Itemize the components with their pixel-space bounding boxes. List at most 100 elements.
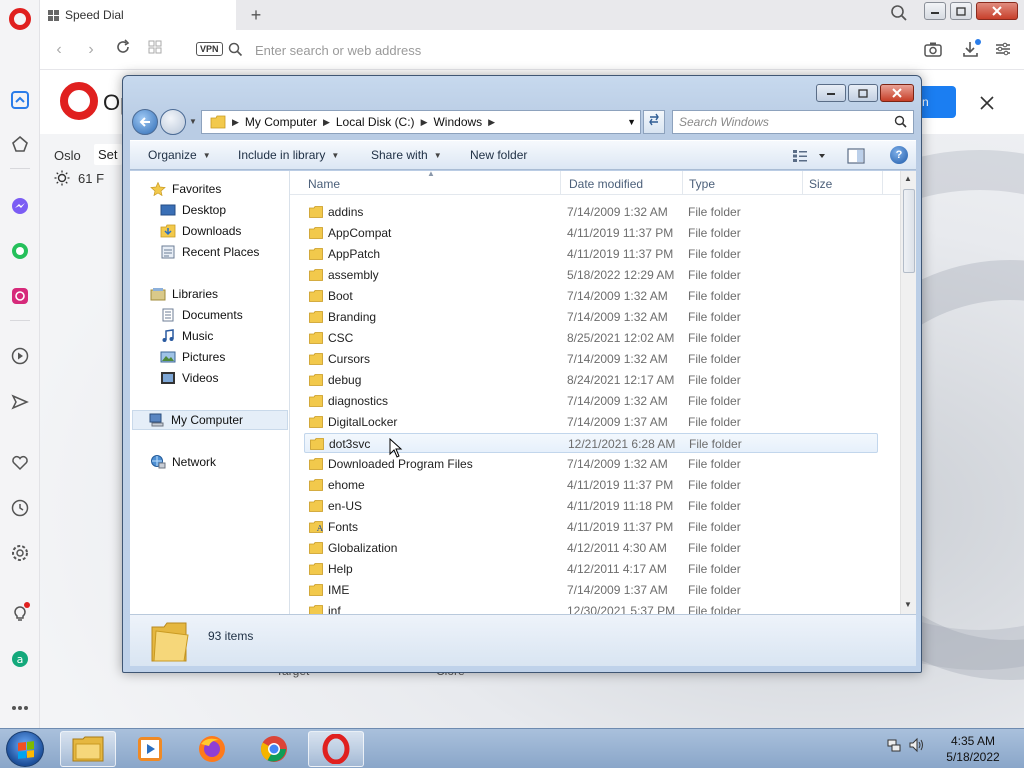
nav-network[interactable]: Network [150, 452, 216, 472]
file-row[interactable]: assembly 5/18/2022 12:29 AM File folder [304, 265, 878, 285]
file-row[interactable]: debug 8/24/2021 12:17 AM File folder [304, 370, 878, 390]
vertical-scrollbar[interactable]: ▲ ▼ [900, 171, 916, 614]
nav-my-computer[interactable]: My Computer [132, 410, 288, 430]
help-icon[interactable]: ? [890, 146, 908, 164]
taskbar-explorer-button[interactable] [60, 731, 116, 767]
include-in-library-button[interactable]: Include in library ▼ [238, 148, 339, 162]
explorer-back-button[interactable] [132, 109, 158, 135]
taskbar-firefox-button[interactable] [184, 731, 240, 767]
taskbar-chrome-button[interactable] [246, 731, 302, 767]
home-icon[interactable] [8, 88, 32, 112]
file-row[interactable]: CSC 8/25/2021 12:02 AM File folder [304, 328, 878, 348]
network-status-icon[interactable] [886, 737, 902, 756]
file-row[interactable]: IME 7/14/2009 1:37 AM File folder [304, 580, 878, 600]
taskbar-opera-button[interactable] [308, 731, 364, 767]
nav-desktop[interactable]: Desktop [160, 200, 226, 220]
file-row[interactable]: AppCompat 4/11/2019 11:37 PM File folder [304, 223, 878, 243]
column-header-date-modified[interactable]: Date modified [569, 177, 643, 191]
breadcrumb-item[interactable]: My Computer [245, 115, 317, 129]
explorer-maximize-button[interactable] [848, 84, 878, 102]
nav-videos[interactable]: Videos [160, 368, 218, 388]
settings-gear-icon[interactable] [8, 541, 32, 565]
history-icon[interactable] [8, 496, 32, 520]
set-location-button[interactable]: Set [94, 144, 122, 165]
banner-close-icon[interactable] [980, 90, 994, 116]
nav-documents[interactable]: Documents [160, 305, 243, 325]
organize-button[interactable]: Organize ▼ [148, 148, 211, 162]
heart-icon[interactable] [8, 451, 32, 475]
breadcrumb-item[interactable]: Windows [433, 115, 482, 129]
recent-pages-dropdown-icon[interactable]: ▼ [189, 117, 197, 126]
scroll-up-icon[interactable]: ▲ [904, 174, 912, 183]
file-row[interactable]: AppPatch 4/11/2019 11:37 PM File folder [304, 244, 878, 264]
tab-speed-dial[interactable]: Speed Dial [40, 0, 236, 30]
file-row[interactable]: A Fonts 4/11/2019 11:37 PM File folder [304, 517, 878, 537]
taskbar-clock[interactable]: 4:35 AM 5/18/2022 [942, 733, 1004, 765]
file-row[interactable]: Help 4/12/2011 4:17 AM File folder [304, 559, 878, 579]
volume-icon[interactable] [908, 737, 926, 756]
reload-icon[interactable] [112, 39, 134, 61]
camera-icon[interactable] [924, 41, 942, 60]
file-row[interactable]: Boot 7/14/2009 1:32 AM File folder [304, 286, 878, 306]
vpn-badge[interactable]: VPN [196, 42, 223, 56]
nav-downloads[interactable]: Downloads [160, 221, 241, 241]
file-row[interactable]: ehome 4/11/2019 11:37 PM File folder [304, 475, 878, 495]
share-with-button[interactable]: Share with ▼ [371, 148, 442, 162]
messenger-icon[interactable] [8, 194, 32, 218]
explorer-refresh-button[interactable] [643, 110, 665, 134]
new-folder-button[interactable]: New folder [470, 148, 527, 162]
instagram-icon[interactable] [8, 284, 32, 308]
pinboard-icon[interactable] [8, 132, 32, 156]
column-header-type[interactable]: Type [689, 177, 715, 191]
view-options-icon[interactable] [792, 149, 828, 166]
column-header-size[interactable]: Size [809, 177, 832, 191]
file-row[interactable]: Globalization 4/12/2011 4:30 AM File folde… [304, 538, 878, 558]
opera-menu-icon[interactable] [9, 8, 31, 30]
file-row[interactable]: diagnostics 7/14/2009 1:32 AM File folder [304, 391, 878, 411]
file-date-modified: 7/14/2009 1:37 AM [567, 583, 668, 597]
file-row[interactable]: DigitalLocker 7/14/2009 1:37 AM File folde… [304, 412, 878, 432]
explorer-search-box[interactable] [672, 110, 914, 134]
breadcrumb-item[interactable]: Local Disk (C:) [336, 115, 415, 129]
tab-grid-icon[interactable] [144, 39, 166, 61]
nav-music[interactable]: Music [160, 326, 213, 346]
back-arrow-icon[interactable]: ‹ [48, 39, 70, 61]
file-row[interactable]: addins 7/14/2009 1:32 AM File folder [304, 202, 878, 222]
file-row[interactable]: Branding 7/14/2009 1:32 AM File folder [304, 307, 878, 327]
column-header-name[interactable]: Name [308, 177, 340, 191]
file-row[interactable]: en-US 4/11/2019 11:18 PM File folder [304, 496, 878, 516]
send-icon[interactable] [8, 390, 32, 414]
explorer-search-input[interactable] [679, 115, 889, 129]
preview-pane-icon[interactable] [847, 148, 865, 167]
tab-search-icon[interactable] [890, 4, 912, 26]
breadcrumb[interactable]: ▶ My Computer ▶ Local Disk (C:) ▶ Window… [201, 110, 641, 134]
taskbar-media-player-button[interactable] [122, 731, 178, 767]
nav-recent-places[interactable]: Recent Places [160, 242, 259, 262]
new-tab-button[interactable]: + [244, 3, 268, 27]
explorer-close-button[interactable] [880, 84, 914, 102]
maximize-button[interactable] [950, 2, 972, 20]
banner-action-button[interactable]: n [920, 86, 956, 118]
address-dropdown-icon[interactable]: ▼ [627, 117, 636, 127]
address-input[interactable] [255, 38, 855, 62]
scroll-down-icon[interactable]: ▼ [904, 600, 912, 609]
file-row[interactable]: Cursors 7/14/2009 1:32 AM File folder [304, 349, 878, 369]
explorer-minimize-button[interactable] [816, 84, 846, 102]
downloads-icon[interactable] [962, 39, 982, 62]
whatsapp-icon[interactable] [8, 239, 32, 263]
more-icon[interactable] [8, 696, 32, 720]
nav-favorites[interactable]: Favorites [150, 179, 221, 199]
file-row[interactable]: inf 12/30/2021 5:37 PM File folder [304, 601, 878, 614]
minimize-button[interactable] [924, 2, 946, 20]
lightbulb-icon[interactable] [8, 601, 32, 625]
easy-setup-icon[interactable] [995, 42, 1011, 59]
explorer-forward-button[interactable] [160, 109, 186, 135]
player-icon[interactable] [8, 344, 32, 368]
forward-arrow-icon[interactable]: › [80, 39, 102, 61]
nav-libraries[interactable]: Libraries [150, 284, 218, 304]
close-button[interactable] [976, 2, 1018, 20]
scroll-thumb[interactable] [903, 189, 915, 273]
nav-pictures[interactable]: Pictures [160, 347, 225, 367]
aria-icon[interactable]: a [8, 647, 32, 671]
start-button[interactable] [6, 731, 44, 767]
